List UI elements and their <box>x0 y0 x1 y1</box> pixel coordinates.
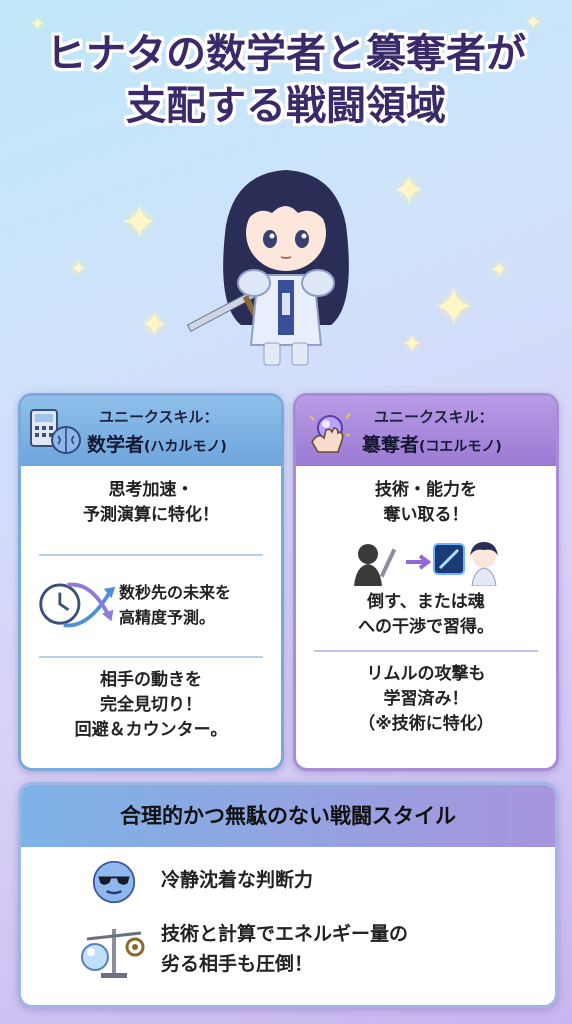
skill-name-kanji: 数学者 <box>87 434 145 456</box>
style-item-text: 技術と計算でエネルギー量の 劣る相手も圧倒！ <box>161 919 408 979</box>
sparkle-icon: ✦ <box>490 258 509 283</box>
balance-scale-icon <box>81 929 145 978</box>
sparkle-icon: ✦ <box>120 195 159 249</box>
skill-point-3: 相手の動きを 完全見切り！ 回避＆カウンター。 <box>21 658 281 743</box>
text-line: 相手の動きを <box>100 670 202 690</box>
sparkle-icon: ✦ <box>140 305 169 345</box>
panel-heading: 合理的かつ無駄のない戦闘スタイル <box>21 785 555 847</box>
skill-point-3: リムルの攻撃も 学習済み！ （※技術に特化） <box>296 652 556 737</box>
calculator-brain-icon <box>30 409 81 454</box>
text-line: への干渉で習得。 <box>358 617 494 637</box>
sparkle-icon: ✦ <box>392 168 426 214</box>
hinata-chibi-illustration <box>186 170 349 366</box>
text-line: 劣る相手も圧倒！ <box>161 953 314 975</box>
skill-tag: ユニークスキル： <box>374 408 494 426</box>
shadow-to-hinata-icon <box>354 542 498 586</box>
text-line: 倒す、または魂 <box>367 592 485 612</box>
grabbing-hand-orb-icon <box>309 413 351 453</box>
card-header: ユニークスキル： 数学者(ハカルモノ) <box>21 396 281 466</box>
skill-point-2: 数秒先の未来を 高精度予測。 <box>21 556 281 656</box>
text-line: 技術と計算でエネルギー量の <box>161 923 409 945</box>
sparkle-icon: ✦ <box>70 256 87 280</box>
text-line: 技術・能力を <box>375 480 477 500</box>
skill-point-2: 倒す、または魂 への干渉で習得。 <box>296 586 556 650</box>
text-line: （※技術に特化） <box>358 714 494 734</box>
text-line: 数秒先の未来を <box>119 583 232 602</box>
text-line: 奪い取る！ <box>383 505 469 525</box>
skill-name: 簒奪者(コエルモノ) <box>362 430 502 457</box>
card-header: ユニークスキル： 簒奪者(コエルモノ) <box>296 396 556 466</box>
skill-name-reading: (コエルモノ) <box>419 439 502 455</box>
battle-style-panel: 合理的かつ無駄のない戦闘スタイル 冷静沈着な判断力 技術と計算でエネルギー量の … <box>18 782 558 1008</box>
text-line: 学習済み！ <box>383 689 469 709</box>
text-line: 回避＆カウンター。 <box>74 720 228 740</box>
style-item-2: 技術と計算でエネルギー量の 劣る相手も圧倒！ <box>21 917 555 987</box>
sparkle-icon: ✦ <box>432 278 476 338</box>
mathematician-skill-card: ユニークスキル： 数学者(ハカルモノ) 思考加速・ 予測演算に特化！ 数秒先の未… <box>18 393 284 771</box>
skill-name: 数学者(ハカルモノ) <box>87 430 227 457</box>
text-line: 完全見切り！ <box>100 695 202 715</box>
style-item-1: 冷静沈着な判断力 <box>21 857 555 907</box>
title-line-1: ヒナタの数学者と簒奪者が <box>46 31 526 77</box>
page-title: ヒナタの数学者と簒奪者が 支配する戦闘領域 <box>0 28 572 132</box>
skill-name-reading: (ハカルモノ) <box>144 439 227 455</box>
text-line: リムルの攻撃も <box>366 664 486 684</box>
text-line: 思考加速・ <box>108 480 194 500</box>
usurper-skill-card: ユニークスキル： 簒奪者(コエルモノ) 技術・能力を 奪い取る！ 倒す、または魂… <box>293 393 559 771</box>
card-body: 思考加速・ 予測演算に特化！ 数秒先の未来を 高精度予測。 相手の動きを 完全見… <box>21 466 281 743</box>
sunglasses-face-icon <box>92 860 136 904</box>
card-body: 技術・能力を 奪い取る！ 倒す、または魂 への干渉で習得。 リムルの攻撃も 学習… <box>296 466 556 737</box>
style-item-text: 冷静沈着な判断力 <box>161 869 314 891</box>
skill-point-1: 思考加速・ 予測演算に特化！ <box>21 466 281 554</box>
skill-tag: ユニークスキル： <box>99 408 219 426</box>
text-line: 予測演算に特化！ <box>83 505 219 525</box>
clock-arrows-icon <box>39 582 116 628</box>
skill-point-1: 技術・能力を 奪い取る！ <box>296 466 556 540</box>
title-line-2: 支配する戦闘領域 <box>126 83 446 129</box>
sparkle-icon: ✦ <box>402 330 423 358</box>
skill-name-kanji: 簒奪者 <box>362 434 420 456</box>
text-line: 高精度予測。 <box>119 608 216 627</box>
